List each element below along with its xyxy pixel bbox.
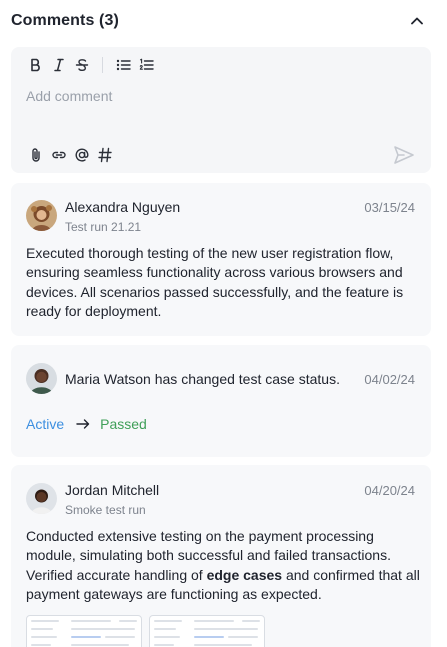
comment-date: 04/20/24 [364,483,415,498]
comment-card: Jordan Mitchell Smoke test run 04/20/24 … [11,465,431,647]
toolbar-divider [102,57,103,73]
comment-date: 03/15/24 [364,200,415,215]
comment-input[interactable] [26,88,406,104]
status-from-badge: Active [26,416,65,432]
comment-context-link[interactable]: Smoke test run [65,503,146,517]
numbered-list-icon[interactable] [136,55,156,75]
formatting-toolbar [26,55,159,75]
comment-card: Alexandra Nguyen Test run 21.21 03/15/24… [11,183,431,336]
paperclip-icon[interactable] [26,145,46,165]
status-change-message: Maria Watson has changed test case statu… [65,371,340,387]
comment-date: 04/02/24 [364,372,415,387]
avatar [26,363,57,394]
bold-text: edge cases [206,566,283,583]
comment-author: Jordan Mitchell [65,482,160,498]
avatar [26,483,57,514]
strikethrough-icon[interactable] [72,55,92,75]
comments-header: Comments (3) [11,10,426,32]
arrow-right-icon [76,419,90,429]
status-change-card: Maria Watson has changed test case statu… [11,345,431,457]
comment-context-link[interactable]: Test run 21.21 [65,220,141,234]
screenshot-attachment[interactable] [149,615,265,647]
send-icon[interactable] [392,143,416,167]
chevron-up-icon[interactable] [408,12,426,30]
status-to-badge: Passed [100,416,147,432]
bold-icon[interactable] [26,55,46,75]
status-transition: Active Passed [26,416,147,432]
comments-title: Comments (3) [11,12,119,29]
italic-icon[interactable] [49,55,69,75]
screenshot-attachment[interactable] [26,615,142,647]
hashtag-icon[interactable] [95,145,115,165]
bullet-list-icon[interactable] [113,55,133,75]
comment-author: Alexandra Nguyen [65,199,181,215]
mention-icon[interactable] [72,145,92,165]
avatar [26,200,57,231]
comment-text: Executed thorough testing of the new use… [26,245,404,320]
comment-text: Conducted extensive testing on the payme… [26,528,420,603]
comment-editor [11,47,431,173]
insert-toolbar [26,145,118,165]
link-icon[interactable] [49,145,69,165]
